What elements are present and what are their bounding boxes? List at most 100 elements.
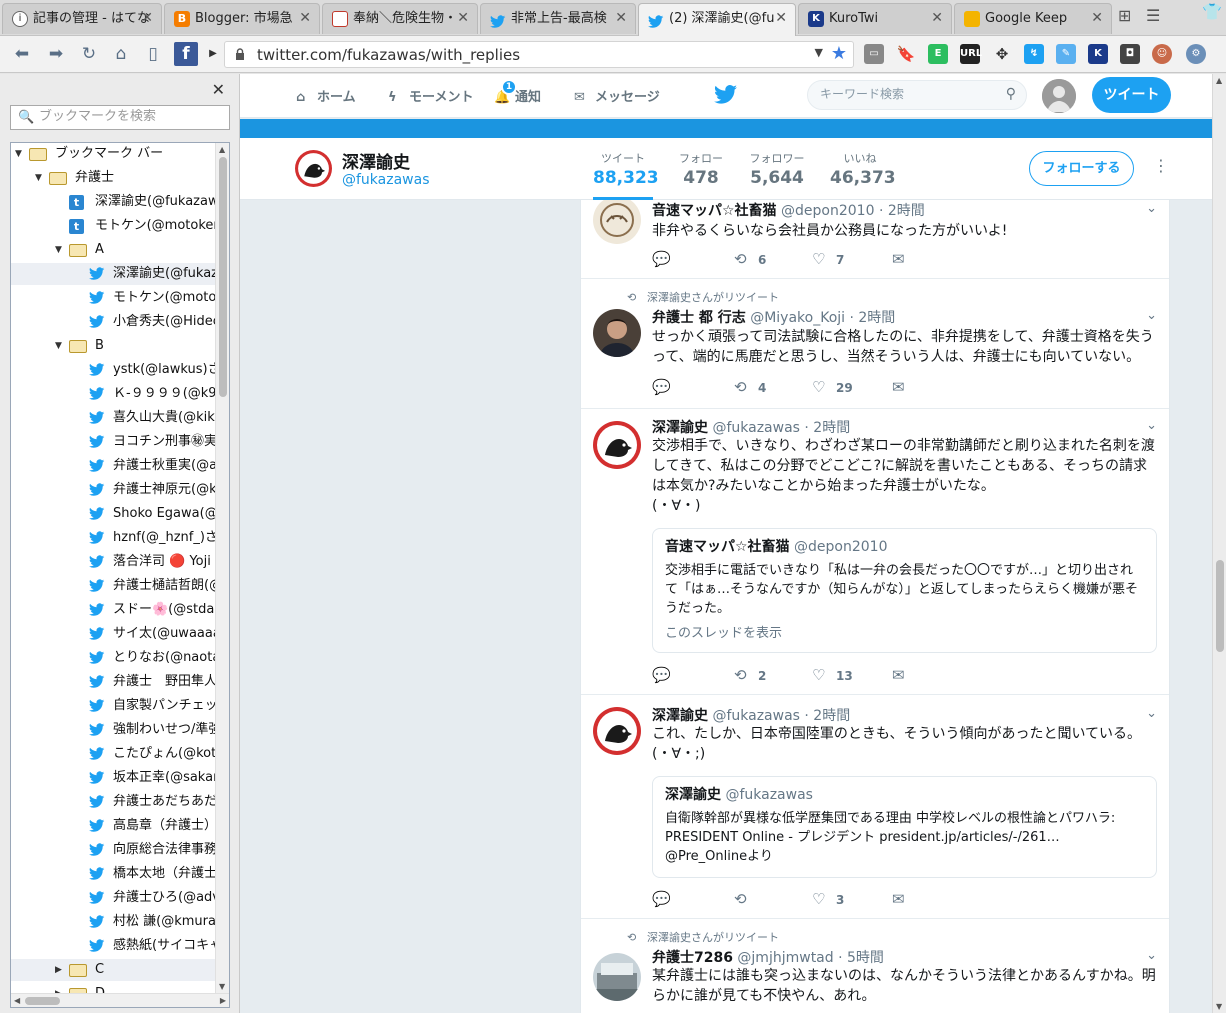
browser-tab-keep[interactable]: Google Keep ✕ (954, 3, 1112, 34)
collapsed-arrow-icon[interactable]: ▶ (55, 959, 62, 981)
reload-icon[interactable]: ↻ (77, 42, 101, 66)
tweet-avatar[interactable] (593, 953, 641, 1001)
bookmark-item[interactable]: 小倉秀夫(@Hidec (11, 311, 216, 333)
expanded-arrow-icon[interactable]: ▼ (55, 239, 62, 261)
profile-name[interactable]: 深澤諭史 (342, 148, 410, 173)
bookmark-item[interactable]: ystk(@lawkus)さん (11, 359, 216, 381)
keyword-search[interactable]: ⚲ (807, 80, 1027, 110)
close-icon[interactable]: ✕ (775, 4, 787, 33)
kurotwi-ext-icon[interactable]: K (1088, 44, 1108, 64)
close-icon[interactable]: ✕ (1091, 4, 1103, 33)
tweet-avatar[interactable] (593, 200, 641, 244)
bookmark-item[interactable]: モトケン(@motok (11, 287, 216, 309)
bookmark-item[interactable]: ヨコチン刑事㊙実 (11, 431, 216, 453)
retweet-button[interactable]: ⟲ 4 (734, 378, 766, 396)
bookmark-item[interactable]: 弁護士秋重実(@a (11, 455, 216, 477)
bookmark-folder[interactable]: ▼ B (11, 335, 216, 357)
browser-tab-hatena[interactable]: i 記事の管理 - はてな ✕ (2, 3, 162, 34)
shirt-icon[interactable]: 👕 (1202, 2, 1222, 21)
chevron-down-icon[interactable]: ⌄ (1146, 201, 1157, 216)
dm-button[interactable]: ✉ (892, 666, 910, 684)
bookmark-item[interactable]: t 深澤諭史(@fukazawas (11, 191, 216, 213)
show-thread-link[interactable]: このスレッドを表示 (665, 624, 1144, 644)
retweet-button[interactable]: ⟲ (734, 890, 758, 908)
bookmark-item[interactable]: 強制わいせつ/準強 (11, 719, 216, 741)
tree-scrollbar-horizontal[interactable]: ◀ ▶ (11, 993, 229, 1007)
bookmark-item[interactable]: hznf(@_hznf_)さん (11, 527, 216, 549)
tweet-time[interactable]: · 2時間 (879, 203, 925, 219)
close-icon[interactable]: ✕ (457, 4, 469, 33)
bookmark-search-input[interactable] (39, 109, 224, 124)
new-tab-icon[interactable]: ⊞ (1118, 6, 1131, 25)
bookmark-item[interactable]: 自家製パンチェッタ (11, 695, 216, 717)
bookmark-item[interactable]: 高島章（弁護士）(@ (11, 815, 216, 837)
stat-followers[interactable]: フォロワー 5,644 (747, 150, 807, 188)
retweet-context-text[interactable]: 深澤諭史さんがリツイート (647, 931, 779, 944)
tweet-time[interactable]: · 2時間 (804, 708, 850, 724)
search-icon[interactable]: ⚲ (1006, 86, 1016, 102)
bookmark-item[interactable]: Shoko Egawa(@a (11, 503, 216, 525)
browser-tab-twitter-profile[interactable]: (2) 深澤諭史(@fu ✕ (638, 3, 796, 36)
tree-scrollbar-vertical[interactable]: ▲ ▼ (215, 143, 229, 993)
tweet[interactable]: 深澤諭史 @fukazawas · 2時間 ⌄ これ、たしか、日本帝国陸軍のとき… (581, 695, 1169, 919)
chevron-down-icon[interactable]: ⌄ (1146, 418, 1157, 433)
more-vertical-icon[interactable]: ⋮ (1153, 156, 1169, 175)
tweet-author-handle[interactable]: @fukazawas (712, 420, 800, 436)
browser-tab-site[interactable]: 奉納＼危険生物・ ✕ (322, 3, 478, 34)
bookmark-folder[interactable]: ▼ ブックマーク バー (11, 143, 216, 165)
bookmark-item[interactable]: 向原総合法律事務 (11, 839, 216, 861)
tweet-author-handle[interactable]: @fukazawas (712, 708, 800, 724)
url-shortener-icon[interactable]: URL (960, 44, 982, 64)
bookmark-icon[interactable]: 🔖 (896, 44, 916, 64)
scroll-down-icon[interactable]: ▼ (219, 982, 225, 991)
nav-messages[interactable]: ✉ メッセージ (574, 86, 660, 105)
close-icon[interactable]: ✕ (931, 4, 943, 33)
scroll-up-icon[interactable]: ▲ (1216, 76, 1222, 85)
expanded-arrow-icon[interactable]: ▼ (55, 335, 62, 357)
tweet-author-handle[interactable]: @jmjhjmwtad (737, 950, 833, 966)
nav-home[interactable]: ⌂ ホーム (296, 86, 356, 105)
bookmark-folder[interactable]: ▼ 弁護士 (11, 167, 216, 189)
tweet-author-name[interactable]: 深澤諭史 (652, 420, 708, 436)
like-button[interactable]: ♡ 13 (812, 666, 853, 684)
reply-button[interactable]: 💬 (652, 378, 671, 396)
bookmark-item[interactable]: サイ太(@uwaaaa) (11, 623, 216, 645)
tweet-avatar[interactable] (593, 707, 641, 755)
reply-button[interactable]: 💬 (652, 666, 671, 684)
expanded-arrow-icon[interactable]: ▼ (35, 167, 42, 189)
tweet-avatar[interactable] (593, 309, 641, 357)
retweet-context-text[interactable]: 深澤諭史さんがリツイート (647, 291, 779, 304)
user-ext-icon[interactable]: ☺ (1152, 44, 1172, 64)
like-button[interactable]: ♡ 7 (812, 250, 844, 268)
scroll-up-icon[interactable]: ▲ (219, 145, 225, 154)
close-icon[interactable]: ✕ (615, 4, 627, 33)
move-icon[interactable]: ✥ (992, 44, 1012, 64)
bookmark-item[interactable]: スドー🌸(@stdau (11, 599, 216, 621)
tab-list-icon[interactable]: ☰ (1146, 6, 1160, 25)
stat-following[interactable]: フォロー 478 (675, 150, 727, 188)
browser-tab-kurotwi[interactable]: K KuroTwi ✕ (798, 3, 952, 34)
like-button[interactable]: ♡ 3 (812, 890, 844, 908)
forward-icon[interactable]: ➡ (44, 42, 68, 66)
dm-button[interactable]: ✉ (892, 378, 910, 396)
bookmark-item[interactable]: とりなお(@naotar (11, 647, 216, 669)
tweet-time[interactable]: · 5時間 (838, 950, 884, 966)
bookmark-item[interactable]: 落合洋司 🔴 Yoji O (11, 551, 216, 573)
retweet-button[interactable]: ⟲ 6 (734, 250, 766, 268)
profile-avatar[interactable] (295, 150, 332, 187)
tweet-time[interactable]: · 2時間 (850, 310, 896, 326)
reader-icon[interactable]: ▭ (864, 44, 884, 64)
reply-button[interactable]: 💬 (652, 250, 671, 268)
bookmark-item[interactable]: Ｋ-９９９９(@k999 (11, 383, 216, 405)
tweet[interactable]: 音速マッパ☆社畜猫 @depon2010 · 2時間 ⌄ 非弁やるくらいなら会社… (581, 200, 1169, 279)
bookmark-item[interactable]: 村松 謙(@kmurai (11, 911, 216, 933)
address-bar[interactable]: twitter.com/fukazawas/with_replies ▼ ★ (224, 41, 854, 68)
bookmark-star-icon[interactable]: ★ (831, 43, 847, 64)
bookmark-item[interactable]: 感熱紙(サイコキャ (11, 935, 216, 957)
evernote-icon[interactable]: E (928, 44, 948, 64)
url-text[interactable]: twitter.com/fukazawas/with_replies (257, 46, 520, 64)
tweet-author-name[interactable]: 深澤諭史 (652, 708, 708, 724)
quoted-tweet[interactable]: 深澤諭史 @fukazawas 自衛隊幹部が異様な低学歴集団である理由 中学校レ… (652, 776, 1157, 878)
tweet-button[interactable]: ツイート (1092, 77, 1171, 113)
scroll-thumb[interactable] (1216, 560, 1224, 652)
